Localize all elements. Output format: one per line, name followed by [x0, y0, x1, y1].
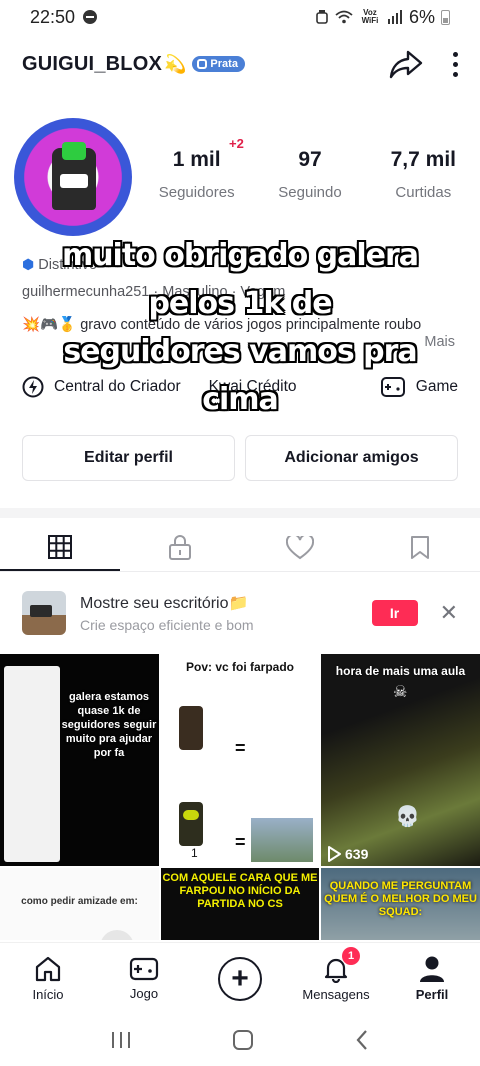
skull-icon: 💀 [395, 806, 420, 828]
nav-game-label: Jogo [129, 986, 159, 1001]
profile-stats: 1 mil Seguidores 97 Seguindo 7,7 mil Cur… [140, 148, 480, 201]
overlay-caption-line: muito obrigado galera [61, 238, 419, 273]
promo-title: Mostre seu escritório📁 [80, 595, 249, 612]
overlay-caption: muito obrigado galera pelos 1k de seguid… [0, 232, 480, 424]
video-caption: Pov: vc foi farpado [185, 660, 295, 674]
video-grid: galera estamos quase 1k de seguidores se… [0, 654, 480, 940]
nav-messages[interactable]: 1 Mensagens [288, 943, 384, 1014]
nav-home-label: Início [32, 987, 64, 1002]
status-icons: Voz WiFi 6% [315, 7, 450, 28]
view-count-value: 639 [345, 846, 369, 862]
nav-create[interactable]: + [192, 943, 288, 1014]
grid-icon [48, 534, 72, 559]
video-caption: hora de mais uma aula [335, 664, 466, 678]
screenshot-thumbnail [4, 666, 60, 862]
video-thumbnail[interactable]: como pedir amizade em: [0, 868, 159, 940]
video-thumbnail[interactable]: Pov: vc foi farpado = = 1 [161, 654, 319, 866]
recent-apps-icon[interactable] [110, 1030, 132, 1050]
stat-followers[interactable]: 1 mil Seguidores [140, 148, 253, 201]
skull-icon: ☠ [393, 684, 408, 701]
back-icon[interactable] [354, 1029, 370, 1051]
following-label: Seguindo [278, 184, 342, 201]
character-figure [179, 706, 203, 750]
video-thumbnail[interactable]: QUANDO ME PERGUNTAM QUEM É O MELHOR DO M… [321, 868, 480, 940]
bookmark-icon [411, 535, 429, 559]
volte-label: Voz WiFi [361, 8, 379, 25]
add-friends-button[interactable]: Adicionar amigos [245, 435, 458, 481]
following-count: 97 [298, 148, 322, 171]
username: GUIGUI_BLOX [22, 52, 162, 75]
corner-counter: 1 [191, 846, 198, 860]
followers-count: 1 mil [172, 148, 221, 171]
system-navigation [0, 1014, 480, 1066]
more-options-icon[interactable] [453, 51, 458, 77]
promo-go-button[interactable]: Ir [371, 600, 418, 626]
overlay-caption-line: seguidores vamos pra [63, 334, 417, 369]
equals-mark: = [235, 832, 246, 852]
close-icon[interactable]: ✕ [440, 600, 458, 626]
lock-icon [169, 534, 191, 560]
tab-posts[interactable] [0, 524, 120, 571]
username-emoji: 💫 [164, 53, 187, 74]
section-divider [0, 508, 480, 518]
notification-badge: 1 [342, 947, 360, 965]
followers-label: Seguidores [158, 184, 235, 201]
plus-icon: + [218, 956, 262, 1001]
alarm-icon [316, 10, 328, 24]
likes-label: Curtidas [395, 184, 452, 201]
tab-private[interactable] [120, 524, 240, 571]
nav-home[interactable]: Início [0, 943, 96, 1014]
tab-liked[interactable] [240, 524, 360, 571]
nav-game[interactable]: Jogo [96, 943, 192, 1014]
promo-banner[interactable]: Mostre seu escritório📁 Crie espaço efici… [0, 582, 480, 644]
status-time: 22:50 [30, 6, 76, 27]
content-tabs [0, 524, 480, 572]
stat-likes[interactable]: 7,7 mil Curtidas [367, 148, 480, 201]
person-icon [420, 956, 444, 982]
equals-mark: = [235, 738, 246, 758]
overlay-caption-line: pelos 1k de [148, 286, 332, 321]
badge-label: Prata [210, 58, 238, 70]
home-button-icon[interactable] [232, 1029, 254, 1051]
signal-icon [387, 10, 402, 24]
gamepad-icon [129, 957, 159, 981]
promo-subtitle: Crie espaço eficiente e bom [80, 617, 254, 633]
nav-messages-label: Mensagens [302, 987, 370, 1002]
play-icon [328, 846, 341, 862]
share-icon[interactable] [389, 49, 423, 79]
nav-profile[interactable]: Perfil [384, 943, 480, 1014]
video-thumbnail[interactable]: galera estamos quase 1k de seguidores se… [0, 654, 159, 866]
level-badge[interactable]: Prata [192, 56, 245, 72]
tab-saved[interactable] [360, 524, 480, 571]
wifi-icon [335, 10, 353, 24]
likes-count: 7,7 mil [390, 148, 456, 171]
avatar[interactable] [14, 118, 132, 236]
profile-actions: Editar perfil Adicionar amigos [22, 435, 458, 481]
scene-image [251, 818, 313, 862]
video-thumbnail[interactable]: COM AQUELE CARA QUE ME FARPOU NO INÍCIO … [161, 868, 319, 940]
video-thumbnail[interactable]: hora de mais uma aula ☠ 💀 639 [321, 654, 480, 866]
video-caption: galera estamos quase 1k de seguidores se… [61, 691, 157, 759]
avatar-thumbnail [100, 930, 134, 940]
overlay-caption-line: cima [202, 382, 279, 417]
nav-profile-label: Perfil [415, 987, 449, 1002]
bottom-navigation: Início Jogo + 1 Mensagens Perfil [0, 942, 480, 1014]
heart-icon [286, 535, 314, 559]
battery-icon [441, 9, 450, 25]
status-bar: 22:50 Voz WiFi 6% [0, 0, 480, 34]
promo-thumbnail [22, 591, 66, 635]
stat-following[interactable]: 97 Seguindo [253, 148, 366, 201]
home-icon [35, 956, 61, 982]
character-figure [179, 802, 203, 846]
profile-header: GUIGUI_BLOX 💫 Prata [0, 44, 480, 84]
battery-percent: 6% [408, 6, 435, 27]
view-count: 639 [327, 846, 368, 862]
video-caption: COM AQUELE CARA QUE ME FARPOU NO INÍCIO … [162, 872, 318, 910]
video-caption: QUANDO ME PERGUNTAM QUEM É O MELHOR DO M… [324, 880, 477, 918]
edit-profile-button[interactable]: Editar perfil [22, 435, 235, 481]
do-not-disturb-icon [83, 10, 98, 24]
badge-icon [197, 59, 208, 69]
video-caption: como pedir amizade em: [21, 896, 138, 907]
